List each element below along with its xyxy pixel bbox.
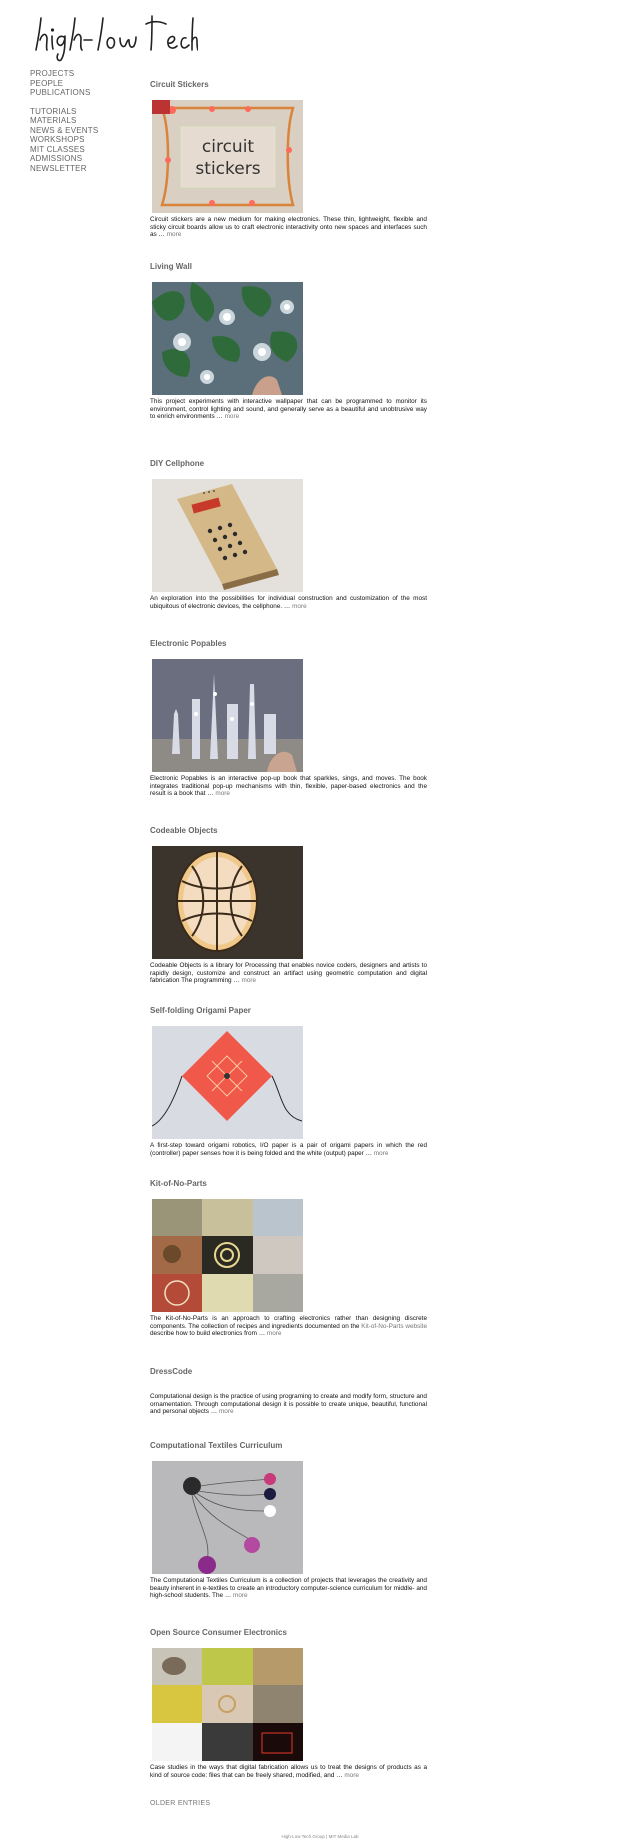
post-thumbnail[interactable] (152, 1026, 303, 1139)
nav-admissions[interactable]: ADMISSIONS (30, 154, 140, 164)
post-title[interactable]: Open Source Consumer Electronics (150, 1628, 427, 1638)
post-title[interactable]: Circuit Stickers (150, 80, 427, 90)
more-link[interactable]: more (344, 1772, 359, 1779)
post-thumbnail[interactable] (152, 846, 303, 959)
nav-workshops[interactable]: WORKSHOPS (30, 135, 140, 145)
nav-people[interactable]: PEOPLE (30, 79, 140, 89)
nav-publications[interactable]: PUBLICATIONS (30, 88, 140, 98)
kit-of-no-parts-website-link[interactable]: Kit-of-No-Parts website (361, 1323, 427, 1330)
circuit-stickers-image: circuit stickers (152, 100, 303, 213)
post-excerpt: The Kit-of-No-Parts is an approach to cr… (150, 1315, 427, 1338)
more-link[interactable]: more (267, 1330, 282, 1337)
post-thumbnail[interactable] (152, 1461, 303, 1574)
post-title[interactable]: DIY Cellphone (150, 459, 427, 469)
excerpt-text: Case studies in the ways that digital fa… (150, 1764, 427, 1779)
kit-of-no-parts-collage-image (152, 1199, 303, 1312)
post-thumbnail[interactable] (152, 1648, 303, 1761)
excerpt-text: The Computational Textiles Curriculum is… (150, 1577, 427, 1600)
excerpt-text-after: describe how to build electronics from … (150, 1330, 266, 1338)
more-link[interactable]: more (292, 603, 307, 610)
codeable-objects-lamp-image (152, 846, 303, 959)
nav-newsletter[interactable]: NEWSLETTER (30, 164, 140, 174)
nav-mit-classes[interactable]: MIT CLASSES (30, 145, 140, 155)
sticker-label-line2: stickers (195, 159, 260, 179)
page-footer: High-Low Tech Group | MIT Media Lab (281, 1834, 359, 1839)
more-link[interactable]: more (374, 1150, 389, 1157)
nav-news-events[interactable]: NEWS & EVENTS (30, 126, 140, 136)
post-open-source-consumer-electronics: Open Source Consumer Electronics Case st… (150, 1628, 427, 1779)
site-logo[interactable] (28, 10, 199, 62)
sticker-label-line1: circuit (202, 137, 255, 157)
post-excerpt: An exploration into the possibilities fo… (150, 595, 427, 610)
post-thumbnail[interactable]: circuit stickers (152, 100, 303, 213)
post-title[interactable]: Living Wall (150, 262, 427, 272)
post-title[interactable]: Codeable Objects (150, 826, 427, 836)
post-thumbnail[interactable] (152, 1199, 303, 1312)
more-link[interactable]: more (225, 413, 240, 420)
logo-script-image (35, 15, 199, 62)
post-self-folding-origami: Self-folding Origami Paper A first-step … (150, 1006, 427, 1157)
older-entries-link[interactable]: OLDER ENTRIES (150, 1800, 210, 1807)
excerpt-text: An exploration into the possibilities fo… (150, 595, 427, 610)
electronic-popables-image (152, 659, 303, 772)
post-living-wall: Living Wall This project experiments wit… (150, 262, 427, 420)
nav-materials[interactable]: MATERIALS (30, 116, 140, 126)
more-link[interactable]: more (215, 790, 230, 797)
excerpt-text: Electronic Popables is an interactive po… (150, 775, 427, 798)
more-link[interactable]: more (219, 1408, 234, 1415)
post-title[interactable]: Self-folding Origami Paper (150, 1006, 427, 1016)
living-wall-image (152, 282, 303, 395)
computational-textiles-image (152, 1461, 303, 1574)
more-link[interactable]: more (167, 231, 182, 238)
post-excerpt: Codeable Objects is a library for Proces… (150, 962, 427, 985)
post-electronic-popables: Electronic Popables Electronic Popables … (150, 639, 427, 797)
post-excerpt: A first-step toward origami robotics, I/… (150, 1142, 427, 1157)
post-excerpt: Case studies in the ways that digital fa… (150, 1764, 427, 1779)
post-thumbnail[interactable] (152, 282, 303, 395)
post-title[interactable]: DressCode (150, 1367, 427, 1377)
excerpt-text: Codeable Objects is a library for Proces… (150, 962, 427, 985)
main-nav: PROJECTS PEOPLE PUBLICATIONS TUTORIALS M… (30, 69, 140, 173)
post-thumbnail[interactable] (152, 659, 303, 772)
open-source-electronics-collage-image (152, 1648, 303, 1761)
nav-tutorials[interactable]: TUTORIALS (30, 107, 140, 117)
excerpt-text: Computational design is the practice of … (150, 1393, 427, 1416)
origami-paper-image (152, 1026, 303, 1139)
post-excerpt: Computational design is the practice of … (150, 1393, 427, 1416)
post-excerpt: The Computational Textiles Curriculum is… (150, 1577, 427, 1600)
post-title[interactable]: Electronic Popables (150, 639, 427, 649)
post-diy-cellphone: DIY Cellphone An exploration into the po… (150, 459, 427, 610)
post-excerpt: Circuit stickers are a new medium for ma… (150, 216, 427, 239)
excerpt-text: This project experiments with interactiv… (150, 398, 427, 421)
post-excerpt: Electronic Popables is an interactive po… (150, 775, 427, 798)
post-thumbnail[interactable] (152, 479, 303, 592)
post-title[interactable]: Kit-of-No-Parts (150, 1179, 427, 1189)
post-kit-of-no-parts: Kit-of-No-Parts The Kit-of-No-Parts is a… (150, 1179, 427, 1337)
post-computational-textiles: Computational Textiles Curriculum The Co… (150, 1441, 427, 1599)
post-circuit-stickers: Circuit Stickers circuit stickers Circui… (150, 80, 427, 238)
post-title[interactable]: Computational Textiles Curriculum (150, 1441, 427, 1451)
more-link[interactable]: more (242, 977, 257, 984)
nav-projects[interactable]: PROJECTS (30, 69, 140, 79)
post-dresscode: DressCode Computational design is the pr… (150, 1367, 427, 1415)
more-link[interactable]: more (233, 1592, 248, 1599)
post-codeable-objects: Codeable Objects Codeable Objects is a l… (150, 826, 427, 984)
post-excerpt: This project experiments with interactiv… (150, 398, 427, 421)
diy-cellphone-image (152, 479, 303, 592)
excerpt-text: Circuit stickers are a new medium for ma… (150, 216, 427, 239)
